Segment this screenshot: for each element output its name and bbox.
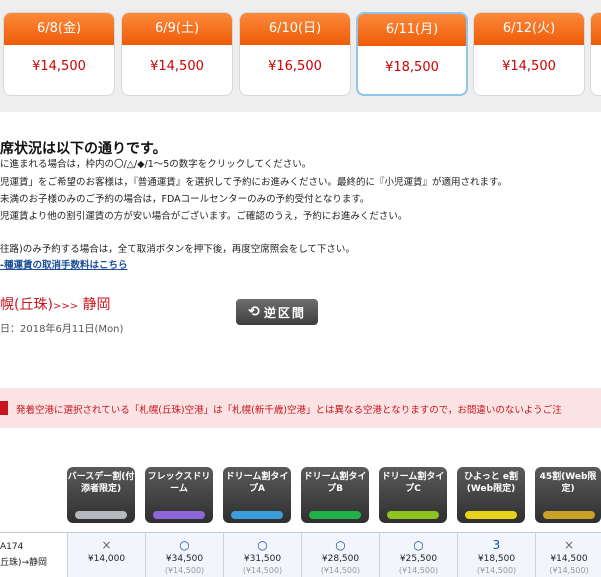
- unavailable-mark: ×: [563, 538, 575, 552]
- route-date: 日：2018年6月11日(Mon): [0, 324, 124, 335]
- date-selector-bar: 6/8(金) ¥14,500 6/9(土) ¥14,500 6/10(日) ¥1…: [0, 0, 601, 112]
- fare-tab-birthday[interactable]: バースデー割(付添者限定): [67, 467, 135, 523]
- fare-tab-label: ひよっと e割(Web限定): [464, 472, 518, 494]
- date-card-4[interactable]: 6/12(火) ¥14,500: [473, 12, 585, 96]
- flight-info: A174 丘珠)→静岡: [0, 539, 47, 571]
- available-mark[interactable]: ○: [224, 537, 301, 553]
- date-card-day: 6/12(火): [474, 13, 584, 45]
- cancel-fee-link[interactable]: -種運賃の取消手数料はこちら: [0, 257, 127, 271]
- date-card-day: 6/9(土): [122, 13, 232, 45]
- flight-route: 丘珠)→静岡: [0, 558, 48, 568]
- date-card-3-selected[interactable]: 6/11(月) ¥18,500: [356, 12, 468, 96]
- date-card-1[interactable]: 6/9(土) ¥14,500: [121, 12, 233, 96]
- status-note: 往路)のみ予約する場合は，全て取消ボタンを押下後，再度空席照会をして下さい。: [0, 244, 355, 255]
- fare-sub-price: (¥14,500): [476, 566, 517, 575]
- status-note: 児運賃」をご希望のお客様は，『普通運賃』を選択して予約にお進みください。最終的に…: [0, 177, 508, 188]
- fare-tab-dream-a[interactable]: ドリーム割タイプA: [223, 467, 291, 523]
- fare-cell[interactable]: ○ ¥34,500 (¥14,500): [145, 533, 223, 577]
- fare-sub-price: (¥14,500): [320, 566, 361, 575]
- date-card-price: ¥14,500: [150, 59, 204, 74]
- fare-tab-color-bar: [309, 511, 361, 519]
- fare-cell: × ¥14,500 (¥14,500): [535, 533, 601, 577]
- fare-tab-label: ドリーム割タイプC: [381, 472, 445, 494]
- date-card-partial[interactable]: [590, 12, 601, 96]
- available-mark[interactable]: ○: [146, 537, 223, 553]
- reverse-route-label: 逆区間: [263, 305, 306, 320]
- fare-tab-color-bar: [543, 511, 595, 519]
- airport-warning: 発着空港に選択されている「札幌(丘珠)空港」は「札幌(新千歳)空港」とは異なる空…: [0, 388, 601, 428]
- date-card-0[interactable]: 6/8(金) ¥14,500: [3, 12, 115, 96]
- date-card-price: ¥16,500: [268, 59, 322, 74]
- fare-tab-flex[interactable]: フレックスドリーム: [145, 467, 213, 523]
- route-arrow: >>>: [52, 301, 79, 312]
- route-heading: 幌(丘珠)>>> 静岡: [0, 294, 111, 314]
- fare-tab-label: バースデー割(付添者限定): [67, 472, 135, 494]
- fare-tab-dream-c[interactable]: ドリーム割タイプC: [379, 467, 447, 523]
- fare-tab-color-bar: [387, 511, 439, 519]
- fare-tab-color-bar: [231, 511, 283, 519]
- date-card-price: ¥14,500: [502, 59, 556, 74]
- fare-tab-label: 45割(Web限定): [539, 472, 597, 494]
- fare-cell: × ¥14,000: [67, 533, 145, 577]
- date-card-price: ¥18,500: [385, 60, 439, 75]
- fare-tab-45wari[interactable]: 45割(Web限定): [535, 467, 601, 523]
- fare-price: ¥14,000: [87, 554, 126, 564]
- fare-price: ¥34,500: [165, 554, 204, 564]
- route-origin: 幌(丘珠): [0, 297, 53, 313]
- warning-marker-icon: [0, 401, 8, 415]
- fare-tab-label: フレックスドリーム: [147, 472, 211, 494]
- fare-tab-hyotto[interactable]: ひよっと e割(Web限定): [457, 467, 525, 523]
- fare-sub-price: (¥14,500): [164, 566, 205, 575]
- fare-tab-label: ドリーム割タイプA: [225, 472, 289, 494]
- date-card-day: 6/8(金): [4, 13, 114, 45]
- date-card-day: 6/10(日): [240, 13, 350, 45]
- date-card-day: 6/11(月): [358, 14, 466, 46]
- fare-price: ¥31,500: [243, 554, 282, 564]
- route-destination: 静岡: [82, 297, 111, 313]
- flight-table-row: A174 丘珠)→静岡 × ¥14,000 ○ ¥34,500 (¥14,500…: [0, 532, 601, 577]
- fare-sub-price: (¥14,500): [242, 566, 283, 575]
- status-note: 未満のお子様のみのご予約の場合は，FDAコールセンターのみの予約受付となります。: [0, 194, 370, 205]
- refresh-icon: ⟲: [248, 304, 260, 320]
- fare-cell[interactable]: ○ ¥25,500 (¥14,500): [379, 533, 457, 577]
- fare-tab-color-bar: [153, 511, 205, 519]
- date-card-2[interactable]: 6/10(日) ¥16,500: [239, 12, 351, 96]
- reverse-route-button[interactable]: ⟲ 逆区間: [236, 299, 318, 325]
- status-title: 席状況は以下の通りです。: [0, 141, 167, 157]
- fare-cell[interactable]: ○ ¥31,500 (¥14,500): [223, 533, 301, 577]
- fare-tab-dream-b[interactable]: ドリーム割タイプB: [301, 467, 369, 523]
- available-mark[interactable]: ○: [302, 537, 379, 553]
- status-note: 児運賃より他の割引運賃の方が安い場合がございます。ご確認のうえ，予約にお進みくだ…: [0, 211, 408, 222]
- fare-price: ¥14,500: [550, 554, 588, 564]
- fare-price: ¥28,500: [321, 554, 360, 564]
- date-card-day-partial: [591, 13, 601, 45]
- fare-price: ¥18,500: [477, 554, 516, 564]
- fare-sub-price: (¥14,500): [549, 566, 589, 575]
- fare-sub-price: (¥14,500): [398, 566, 439, 575]
- fare-tab-color-bar: [75, 511, 127, 519]
- fare-price: ¥25,500: [399, 554, 438, 564]
- date-card-price: ¥14,500: [32, 59, 86, 74]
- available-mark[interactable]: ○: [380, 537, 457, 553]
- fare-cell[interactable]: 3 ¥18,500 (¥14,500): [457, 533, 535, 577]
- fare-type-tabs: バースデー割(付添者限定) フレックスドリーム ドリーム割タイプA ドリーム割タ…: [0, 467, 601, 529]
- fare-tab-color-bar: [465, 511, 517, 519]
- fare-cell[interactable]: ○ ¥28,500 (¥14,500): [301, 533, 379, 577]
- fare-tab-label: ドリーム割タイプB: [303, 472, 367, 494]
- status-note: に進まれる場合は，枠内の〇/△/◆/1〜5の数字をクリックしてください。: [0, 159, 312, 170]
- unavailable-mark: ×: [101, 538, 112, 552]
- flight-number: A174: [0, 542, 24, 552]
- airport-warning-text: 発着空港に選択されている「札幌(丘珠)空港」は「札幌(新千歳)空港」とは異なる空…: [16, 405, 562, 416]
- seats-left-mark[interactable]: 3: [458, 537, 535, 553]
